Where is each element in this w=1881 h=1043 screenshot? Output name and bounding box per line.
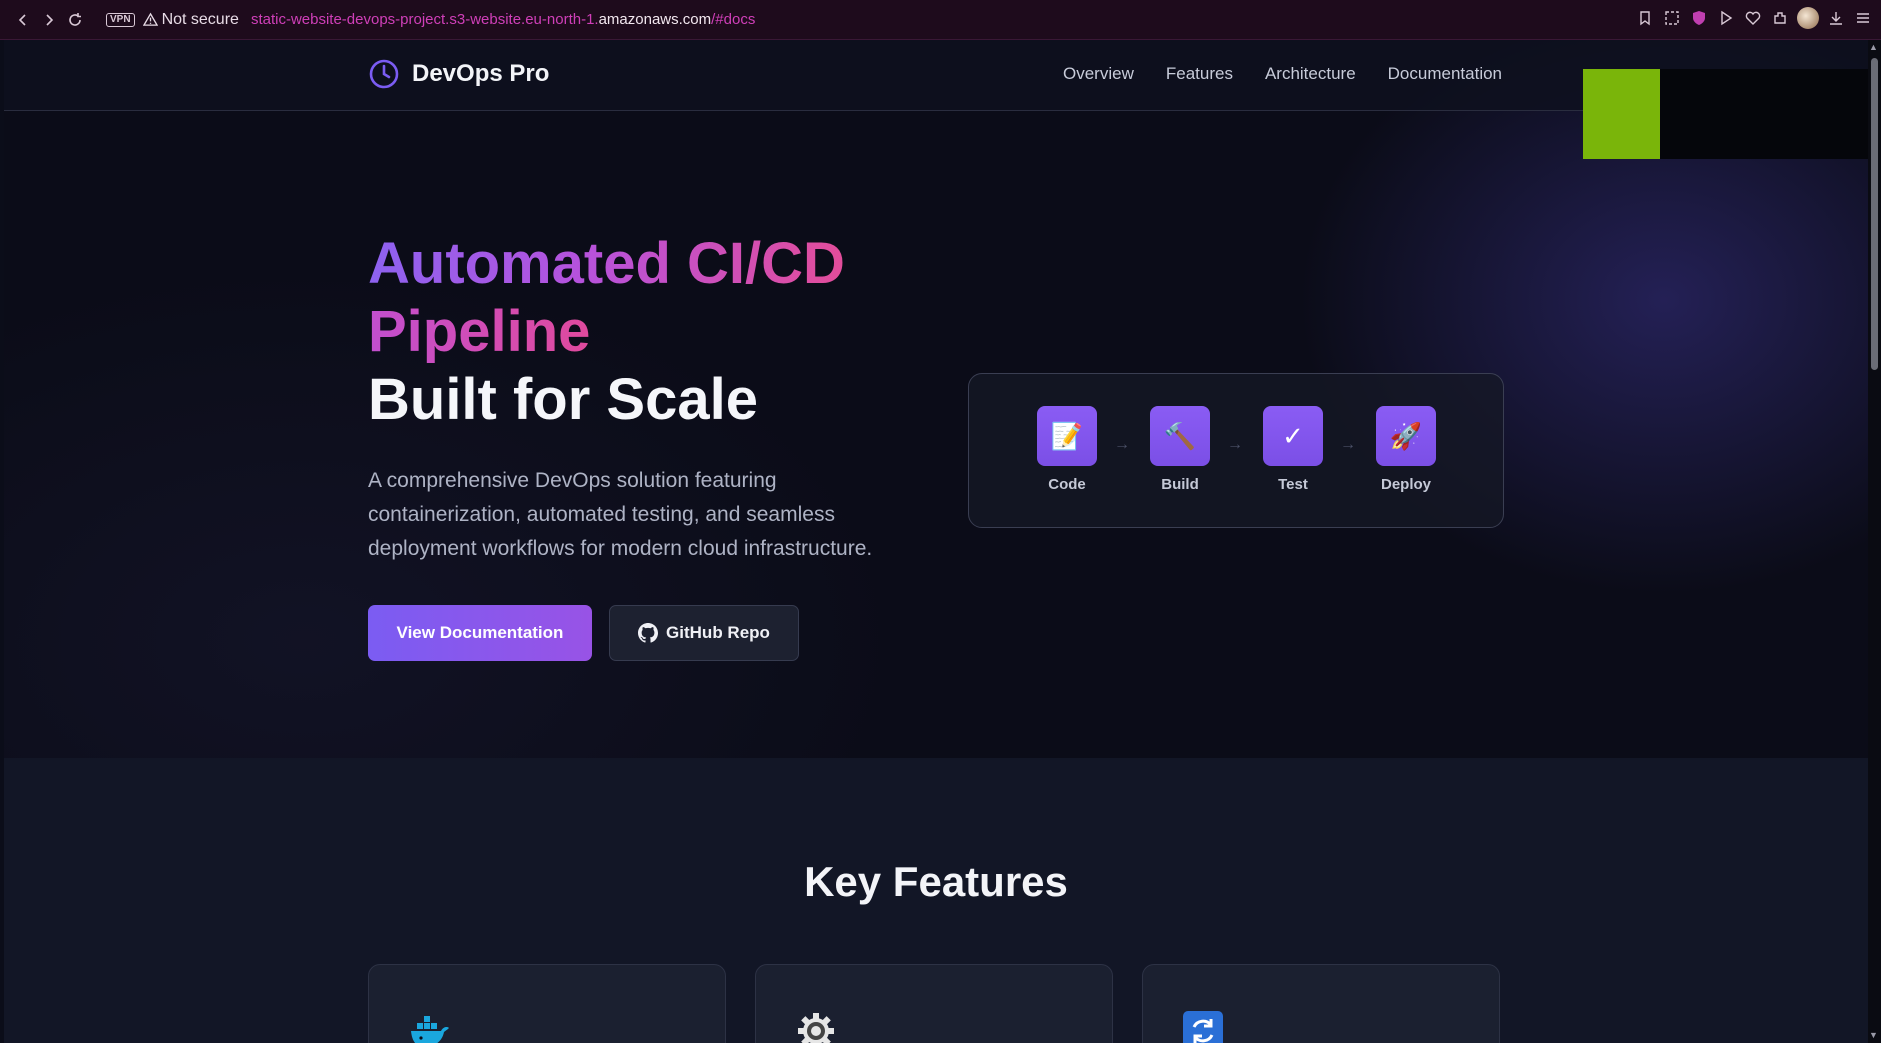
feature-card[interactable] <box>368 964 726 1043</box>
heart-icon[interactable] <box>1743 8 1763 28</box>
arrow-icon: → <box>1227 436 1243 453</box>
clock-logo-icon <box>369 59 399 89</box>
hero-description: A comprehensive DevOps solution featurin… <box>368 469 873 560</box>
brand-name: DevOps Pro <box>412 60 550 87</box>
pipeline-step-deploy: 🚀 Deploy <box>1366 406 1446 493</box>
feature-card[interactable] <box>1142 964 1500 1043</box>
check-icon: ✓ <box>1263 406 1323 466</box>
nav-links: Overview Features Architecture Documenta… <box>1063 64 1502 84</box>
security-indicator[interactable]: Not secure <box>142 10 239 29</box>
bookmark-icon[interactable] <box>1635 8 1655 28</box>
nav-link-features[interactable]: Features <box>1166 64 1233 84</box>
hero-title-line2: Pipeline <box>368 299 591 364</box>
download-icon[interactable] <box>1826 8 1846 28</box>
nav-link-architecture[interactable]: Architecture <box>1265 64 1356 84</box>
nav-link-overview[interactable]: Overview <box>1063 64 1134 84</box>
url-domain: amazonaws.com <box>598 11 712 28</box>
vpn-badge[interactable]: VPN <box>106 12 135 27</box>
docker-whale-icon <box>411 1016 449 1043</box>
refresh-icon <box>1183 1011 1223 1043</box>
hero-title-line1: Automated CI/CD <box>368 231 845 296</box>
shield-icon[interactable] <box>1689 8 1709 28</box>
rocket-icon: 🚀 <box>1376 406 1436 466</box>
scroll-up-icon[interactable]: ▲ <box>1869 42 1878 52</box>
warning-icon <box>142 12 158 26</box>
pipeline-step-label: Code <box>1048 476 1086 493</box>
pipeline-step-code: 📝 Code <box>1027 406 1107 493</box>
scrollbar-thumb[interactable] <box>1871 58 1878 370</box>
nav-link-documentation[interactable]: Documentation <box>1388 64 1502 84</box>
reload-icon[interactable] <box>62 7 88 33</box>
back-icon[interactable] <box>10 7 36 33</box>
features-section: Key Features <box>4 758 1868 1043</box>
url-prefix: static-website-devops-project.s3-website… <box>250 11 599 28</box>
hero-title-line3: Built for Scale <box>368 367 758 432</box>
arrow-icon: → <box>1340 436 1356 453</box>
profile-avatar[interactable] <box>1797 7 1819 29</box>
pipeline-card: 📝 Code → 🔨 Build → ✓ Test → 🚀 Deploy <box>968 373 1504 528</box>
play-icon[interactable] <box>1716 8 1736 28</box>
black-overlay-block <box>1660 69 1868 159</box>
github-repo-label: GitHub Repo <box>666 623 770 642</box>
github-repo-button[interactable]: GitHub Repo <box>609 605 799 661</box>
address-bar[interactable]: static-website-devops-project.s3-website… <box>251 11 755 28</box>
arrow-icon: → <box>1114 436 1130 453</box>
pipeline-step-label: Build <box>1161 476 1199 493</box>
url-suffix: /#docs <box>711 11 756 28</box>
green-overlay-block <box>1583 69 1660 159</box>
feature-card[interactable] <box>755 964 1113 1043</box>
pipeline-step-label: Test <box>1278 476 1308 493</box>
security-label: Not secure <box>161 10 239 28</box>
pipeline-step-build: 🔨 Build <box>1140 406 1220 493</box>
hammer-icon: 🔨 <box>1150 406 1210 466</box>
memo-icon: 📝 <box>1037 406 1097 466</box>
brand[interactable]: DevOps Pro <box>368 58 549 90</box>
scroll-down-icon[interactable]: ▼ <box>1869 1030 1878 1040</box>
menu-icon[interactable] <box>1853 8 1873 28</box>
screenshot-icon[interactable] <box>1662 8 1682 28</box>
forward-icon[interactable] <box>36 7 62 33</box>
github-icon <box>638 623 659 643</box>
features-title: Key Features <box>804 858 1068 905</box>
view-documentation-button[interactable]: View Documentation <box>368 605 592 661</box>
pipeline-step-label: Deploy <box>1380 476 1431 493</box>
webpage: DevOps Pro Overview Features Architectur… <box>4 40 1868 1043</box>
pipeline-step-test: ✓ Test <box>1253 406 1333 493</box>
hero-section: DevOps Pro Overview Features Architectur… <box>4 40 1868 758</box>
hero-title: Automated CI/CD Pipeline Built for Scale <box>368 230 845 434</box>
gear-icon <box>798 1013 834 1043</box>
extensions-icon[interactable] <box>1770 8 1790 28</box>
browser-toolbar: VPN Not secure static-website-devops-pro… <box>0 0 1881 40</box>
